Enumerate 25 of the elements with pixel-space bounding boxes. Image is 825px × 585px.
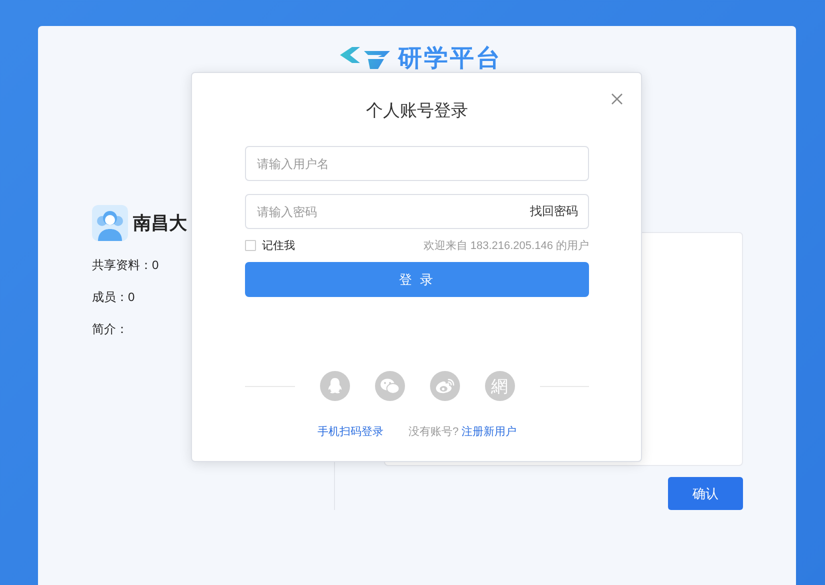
remember-checkbox[interactable] [245, 240, 256, 250]
group-name: 南昌大 [133, 212, 187, 235]
welcome-text: 欢迎来自 183.216.205.146 的用户 [423, 238, 589, 252]
stat-text: 共享资料：0 [92, 257, 159, 273]
chat-bubbles-icon [380, 378, 400, 394]
logo-icon [340, 47, 390, 69]
login-button[interactable]: 登 录 [245, 262, 589, 297]
logo-text: 研学平台 [398, 44, 502, 74]
register-link[interactable]: 注册新用户 [462, 425, 517, 439]
no-account-text: 没有账号? [408, 425, 459, 439]
penguin-icon [326, 377, 342, 395]
avatar-icon [92, 205, 128, 241]
eye-icon [434, 378, 454, 394]
dialog-title: 个人账号登录 [365, 100, 469, 122]
social-login-button[interactable] [374, 371, 404, 401]
confirm-button[interactable]: 确认 [668, 477, 743, 510]
social-login-button[interactable] [430, 371, 460, 401]
stat-text: 简介： [92, 321, 128, 337]
username-field[interactable]: 请输入用户名 [245, 146, 589, 181]
close-icon[interactable] [611, 93, 623, 105]
stat-text: 成员：0 [92, 289, 135, 305]
forgot-password-link[interactable]: 找回密码 [530, 204, 578, 219]
remember-label: 记住我 [262, 238, 295, 252]
social-login-button[interactable] [320, 371, 350, 401]
qr-login-link[interactable]: 手机扫码登录 [317, 425, 384, 439]
